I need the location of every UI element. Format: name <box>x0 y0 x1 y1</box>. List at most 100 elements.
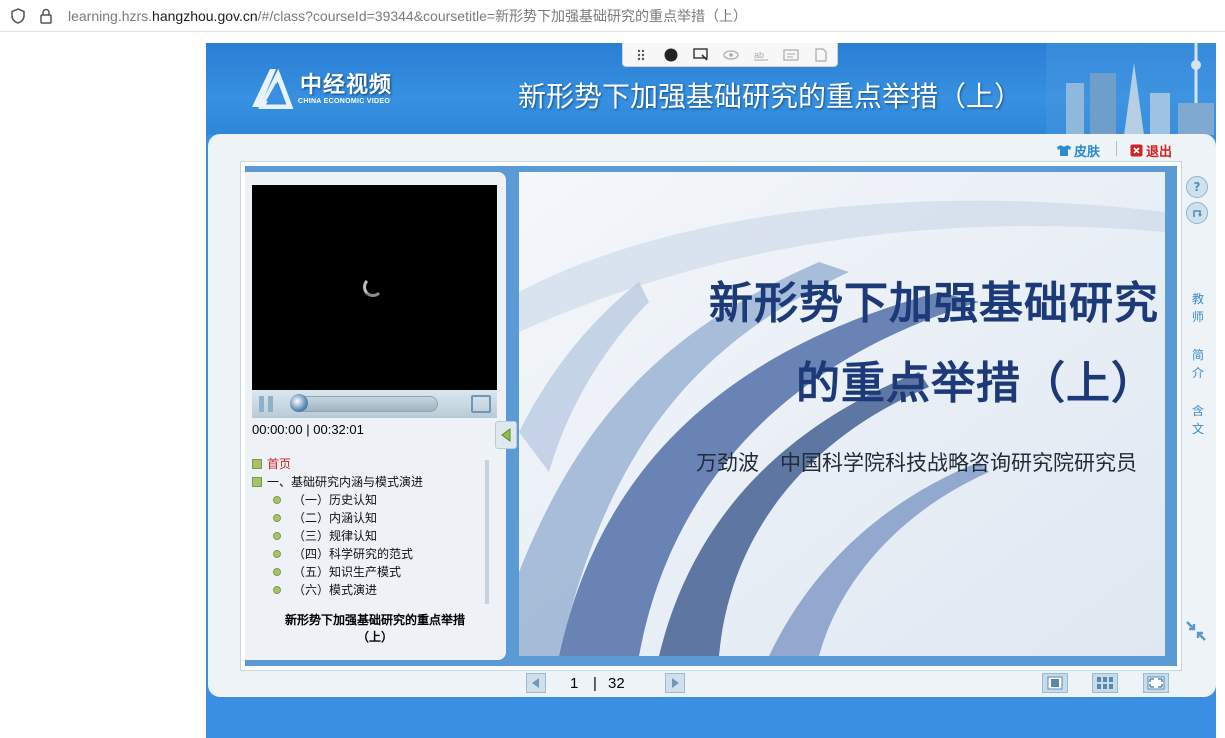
toc-label: （六）模式演进 <box>293 583 378 597</box>
content-frame: 00:00:00 | 00:32:01 首页 一、基础研究内涵与模式演进 （一）… <box>240 161 1182 671</box>
toc-item[interactable]: （五）知识生产模式 <box>273 563 401 580</box>
triangle-right-icon <box>672 678 679 688</box>
seek-knob[interactable] <box>290 394 308 412</box>
time-total: 00:32:01 <box>313 422 364 437</box>
refresh-icon[interactable] <box>1186 202 1208 224</box>
course-intro-char: 简 <box>1191 348 1204 362</box>
loading-spinner-icon <box>363 277 383 297</box>
prev-slide-button[interactable] <box>526 673 546 693</box>
slide-pagination: 1 | 32 <box>208 671 1216 697</box>
toc-label: （二）内涵认知 <box>293 511 378 525</box>
shrink-icon[interactable] <box>1185 620 1209 644</box>
exit-label: 退出 <box>1146 145 1173 160</box>
logo-text-cn: 中经视频 <box>300 72 393 97</box>
slide-author: 万劲波 中国科学院科技战略咨询研究院研究员 <box>696 451 1137 475</box>
lecture-title-line1: 新形势下加强基础研究的重点举措 <box>284 613 465 627</box>
fullscreen-view-button[interactable] <box>1143 673 1169 693</box>
floating-toolbar: ab <box>622 43 838 67</box>
seek-bar[interactable] <box>290 396 438 412</box>
eye-icon[interactable] <box>721 47 741 63</box>
slide-background-image <box>519 172 1165 656</box>
drag-handle-icon[interactable] <box>631 47 651 63</box>
toc-item[interactable]: （二）内涵认知 <box>273 509 377 526</box>
link-divider <box>1116 141 1117 156</box>
round-bullet-icon <box>273 495 281 504</box>
lock-icon[interactable] <box>38 8 54 24</box>
round-bullet-icon <box>273 567 281 576</box>
skin-button[interactable]: 皮肤 <box>1056 141 1100 160</box>
teacher-intro-char: 教 <box>1191 292 1204 306</box>
next-slide-button[interactable] <box>665 673 685 693</box>
fullscreen-icon[interactable] <box>471 395 491 413</box>
toc-label: （五）知识生产模式 <box>293 565 402 579</box>
screen-cast-icon[interactable] <box>691 47 711 63</box>
toc-label: （一）历史认知 <box>293 493 378 507</box>
round-bullet-icon <box>273 549 281 558</box>
content-text-char: 文 <box>1191 422 1204 436</box>
lecture-title-line2: （上） <box>356 630 393 644</box>
skin-label: 皮肤 <box>1074 145 1101 160</box>
teacher-intro-char: 师 <box>1191 310 1204 324</box>
content-text-tab[interactable]: 含 文 <box>1190 402 1206 438</box>
table-of-contents: 首页 一、基础研究内涵与模式演进 （一）历史认知 （二）内涵认知 （三）规律认知… <box>252 455 492 598</box>
triangle-left-icon <box>501 428 511 442</box>
course-intro-char: 介 <box>1191 366 1204 380</box>
exit-button[interactable]: 退出 <box>1130 141 1172 160</box>
toc-item[interactable]: （三）规律认知 <box>273 527 377 544</box>
video-player[interactable] <box>252 185 497 390</box>
expand-icon <box>1147 676 1165 690</box>
toc-item[interactable]: （一）历史认知 <box>273 491 377 508</box>
logo-text-en: CHINA ECONOMIC VIDEO <box>298 98 391 105</box>
round-bullet-icon <box>273 513 281 522</box>
round-bullet-icon <box>273 531 281 540</box>
square-bullet-icon <box>252 476 262 487</box>
teacher-intro-tab[interactable]: 教 师 <box>1190 290 1206 326</box>
time-separator: | <box>306 422 310 437</box>
content-text-char: 含 <box>1191 404 1204 418</box>
toc-item-chapter[interactable]: 一、基础研究内涵与模式演进 <box>252 473 423 490</box>
close-box-icon <box>1130 144 1143 157</box>
grid-view-button[interactable] <box>1092 673 1118 693</box>
course-title: 新形势下加强基础研究的重点举措（上） <box>518 80 1023 113</box>
course-intro-tab[interactable]: 简 介 <box>1190 346 1206 382</box>
triangle-left-icon <box>532 678 539 688</box>
logo-emblem-icon <box>252 68 294 109</box>
toc-label: 一、基础研究内涵与模式演进 <box>267 475 424 489</box>
city-skyline-image <box>1046 43 1216 135</box>
toc-item-home[interactable]: 首页 <box>252 455 291 472</box>
total-pages: 32 <box>608 675 625 692</box>
document-icon[interactable] <box>811 47 831 63</box>
collapse-sidebar-button[interactable] <box>495 421 517 449</box>
page-separator: | <box>593 675 597 692</box>
toc-label: （四）科学研究的范式 <box>293 547 414 561</box>
round-bullet-icon <box>273 585 281 594</box>
pause-icon[interactable] <box>259 396 273 412</box>
single-view-button[interactable] <box>1042 673 1068 693</box>
slide-title-line1: 新形势下加强基础研究 <box>709 278 1159 329</box>
video-controls <box>252 390 497 418</box>
toc-label: （三）规律认知 <box>293 529 378 543</box>
lecture-title: 新形势下加强基础研究的重点举措 （上） <box>255 612 495 646</box>
time-display: 00:00:00 | 00:32:01 <box>252 422 364 437</box>
toc-scrollbar[interactable] <box>485 460 489 604</box>
main-panel: 皮肤 退出 00:00:00 | 00:32:01 首页 一、基础研究内涵与模式… <box>208 134 1216 697</box>
time-current: 00:00:00 <box>252 422 303 437</box>
course-player: 中经视频 CHINA ECONOMIC VIDEO 新形势下加强基础研究的重点举… <box>206 43 1216 738</box>
help-icon[interactable]: ? <box>1186 176 1208 198</box>
square-bullet-icon <box>252 458 262 469</box>
toc-item[interactable]: （六）模式演进 <box>273 581 377 598</box>
grid-icon <box>1097 677 1113 689</box>
subtitle-icon[interactable] <box>781 47 801 63</box>
address-bar[interactable]: learning.hzrs.hangzhou.gov.cn/#/class?co… <box>0 0 1225 32</box>
text-recognize-icon[interactable]: ab <box>751 47 771 63</box>
content-area: 00:00:00 | 00:32:01 首页 一、基础研究内涵与模式演进 （一）… <box>245 166 1177 666</box>
url-text[interactable]: learning.hzrs.hangzhou.gov.cn/#/class?co… <box>68 6 747 26</box>
record-icon[interactable] <box>661 47 681 63</box>
toc-label: 首页 <box>267 457 292 471</box>
current-page: 1 <box>570 675 579 692</box>
slide-view: 新形势下加强基础研究 的重点举措（上） 万劲波 中国科学院科技战略咨询研究院研究… <box>519 172 1165 656</box>
left-sidebar: 00:00:00 | 00:32:01 首页 一、基础研究内涵与模式演进 （一）… <box>245 172 506 660</box>
svg-text:ab: ab <box>754 50 764 60</box>
toc-item[interactable]: （四）科学研究的范式 <box>273 545 413 562</box>
shield-icon[interactable] <box>10 7 26 24</box>
